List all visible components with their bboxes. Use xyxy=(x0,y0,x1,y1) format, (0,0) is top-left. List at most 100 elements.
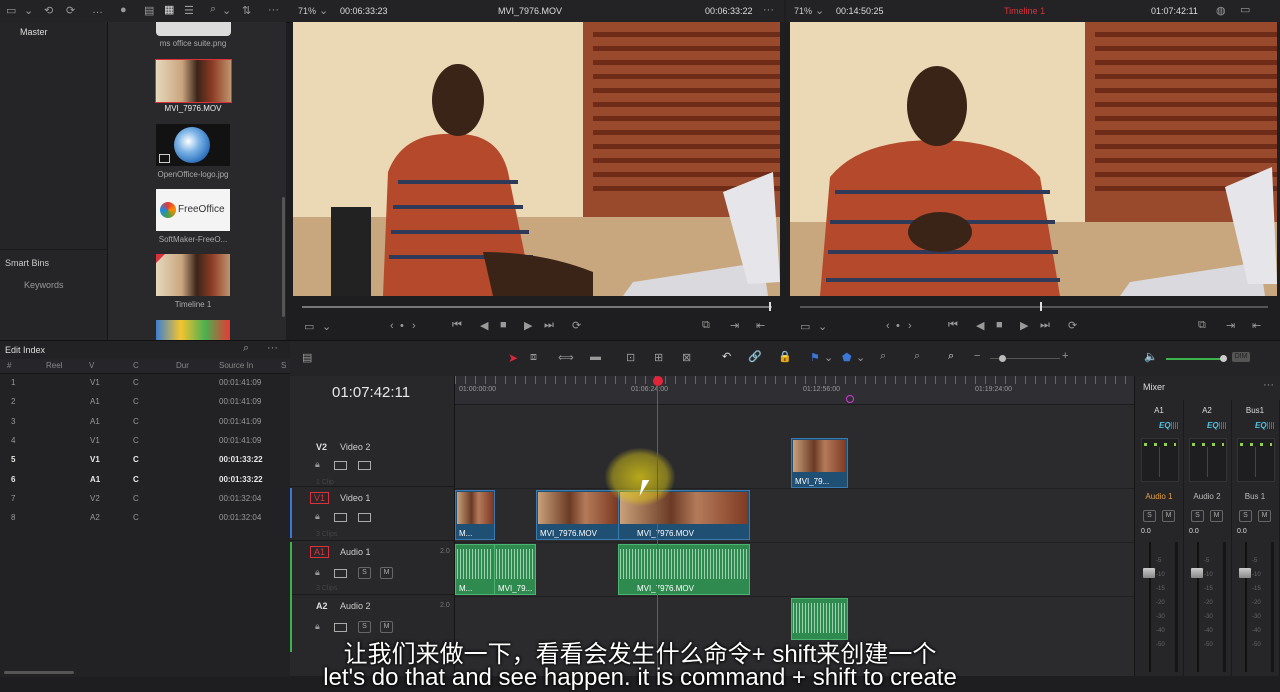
timeline-viewer-frame[interactable] xyxy=(790,22,1277,296)
clip-a1-2[interactable]: MVI_79... xyxy=(494,544,536,595)
col-v[interactable]: V xyxy=(89,361,94,370)
mute-button[interactable]: M xyxy=(1210,510,1223,522)
more-icon[interactable]: … xyxy=(92,4,103,16)
stop-icon[interactable]: ■ xyxy=(500,319,507,331)
position-lock-icon[interactable]: 🔒 xyxy=(778,350,792,363)
clip-v1-1[interactable]: M... xyxy=(455,490,495,540)
media-scrollbar[interactable] xyxy=(282,197,285,317)
lock-icon[interactable]: 🔒︎ xyxy=(315,511,320,522)
solo-button[interactable]: S xyxy=(358,621,371,633)
chevron-down-icon[interactable]: ⌄ xyxy=(856,351,865,364)
clip-a1-3[interactable]: MVI_7976.MOV xyxy=(618,544,750,595)
edit-index-row[interactable]: 4 V1 C 00:01:41:09 xyxy=(0,433,290,451)
edit-index-row[interactable]: 7 V2 C 00:01:32:04 xyxy=(0,491,290,509)
mute-button[interactable]: M xyxy=(380,621,393,633)
media-thumb-partial[interactable] xyxy=(156,320,230,340)
auto-select-icon[interactable] xyxy=(334,513,347,522)
chevron-down-icon[interactable]: ⌄ xyxy=(815,4,824,17)
stop-icon[interactable]: ■ xyxy=(996,319,1003,331)
thumbnail-view-icon[interactable]: ▦ xyxy=(164,3,174,16)
chevron-down-icon[interactable]: ⌄ xyxy=(222,4,231,17)
media-thumb-openoffice[interactable] xyxy=(156,124,230,166)
clip-a1-1[interactable]: M... xyxy=(455,544,495,595)
sort-icon[interactable]: ⇅ xyxy=(242,4,251,17)
jog-dot-icon[interactable]: • xyxy=(896,320,900,332)
media-thumb-mvi-7976[interactable] xyxy=(155,59,232,103)
linked-selection-icon[interactable]: 🔗 xyxy=(748,350,762,363)
timeline-body[interactable]: 01:00:00:00 01:06:24:00 01:12:56:00 01:1… xyxy=(455,376,1134,676)
media-thumb-timeline[interactable] xyxy=(156,254,230,296)
edit-index-row[interactable]: 2 A1 C 00:01:41:09 xyxy=(0,394,290,412)
source-scrub-handle[interactable] xyxy=(769,302,771,311)
edit-index-row[interactable]: 1 V1 C 00:01:41:09 xyxy=(0,375,290,393)
col-dur[interactable]: Dur xyxy=(176,361,189,370)
col-reel[interactable]: Reel xyxy=(46,361,62,370)
marker-icon[interactable]: ⬟ xyxy=(842,351,852,364)
source-viewer-frame[interactable] xyxy=(293,22,780,296)
snapping-icon[interactable]: ↶ xyxy=(722,350,731,363)
edit-index-row[interactable]: 6 A1 C 00:01:33:22 xyxy=(0,472,290,490)
zoom-out-icon[interactable]: − xyxy=(974,350,980,362)
dot-icon[interactable]: ● xyxy=(120,4,127,16)
mute-button[interactable]: M xyxy=(1162,510,1175,522)
volume-slider-handle[interactable] xyxy=(1220,355,1227,362)
auto-select-icon[interactable] xyxy=(334,623,347,632)
eq-button[interactable]: EQ xyxy=(1207,421,1219,430)
timeline-name[interactable]: Timeline 1 xyxy=(1004,6,1045,16)
metadata-view-icon[interactable]: ▤ xyxy=(144,4,154,17)
chevron-down-icon[interactable]: ⌄ xyxy=(818,320,827,333)
blade-tool-icon[interactable]: ▬ xyxy=(590,351,601,363)
lock-icon[interactable]: 🔒︎ xyxy=(315,567,320,578)
solo-button[interactable]: S xyxy=(1239,510,1252,522)
solo-button[interactable]: S xyxy=(1143,510,1156,522)
timeline-marker[interactable] xyxy=(846,395,854,403)
master-bin[interactable]: Master xyxy=(20,27,48,37)
overwrite-clip-icon[interactable]: ⊞ xyxy=(654,351,663,364)
zoom-detail-icon[interactable]: ⌕ xyxy=(914,350,920,363)
skip-forward-icon[interactable]: ⏭ xyxy=(1040,319,1050,332)
track-v1-id[interactable]: V1 xyxy=(310,492,330,504)
jog-left-icon[interactable]: ‹ xyxy=(390,320,394,332)
selection-tool-icon[interactable]: ➤ xyxy=(508,351,518,365)
jog-left-icon[interactable]: ‹ xyxy=(886,320,890,332)
track-v1-name[interactable]: Video 1 xyxy=(340,493,370,503)
replace-clip-icon[interactable]: ⊠ xyxy=(682,351,691,364)
col-number[interactable]: # xyxy=(7,361,11,370)
auto-select-icon[interactable] xyxy=(334,461,347,470)
zoom-slider-handle[interactable] xyxy=(999,355,1006,362)
search-icon[interactable]: ⌕ xyxy=(243,342,249,355)
mark-in-icon[interactable]: ⇥ xyxy=(1226,319,1235,332)
fullscreen-icon[interactable]: ▭ xyxy=(1240,3,1250,16)
jog-dot-icon[interactable]: • xyxy=(400,320,404,332)
more-icon[interactable]: ··· xyxy=(267,342,278,354)
match-frame-icon[interactable]: ⧉ xyxy=(1198,319,1206,332)
track-v2-name[interactable]: Video 2 xyxy=(340,442,370,452)
pan-display[interactable] xyxy=(1141,438,1179,482)
mark-out-icon[interactable]: ⇤ xyxy=(1252,319,1261,332)
flag-icon[interactable]: ⚑ xyxy=(810,351,820,364)
clip-v2[interactable]: MVI_79... xyxy=(791,438,848,488)
viewer-mode-icon[interactable]: ▭ xyxy=(800,320,810,333)
pan-display[interactable] xyxy=(1237,438,1275,482)
speaker-icon[interactable]: 🔈 xyxy=(1144,350,1158,363)
more-icon[interactable]: ··· xyxy=(268,4,279,16)
chevron-down-icon[interactable]: ⌄ xyxy=(319,4,328,17)
jog-right-icon[interactable]: › xyxy=(908,320,912,332)
mute-button[interactable]: M xyxy=(1258,510,1271,522)
play-reverse-icon[interactable]: ◀ xyxy=(976,319,984,332)
media-thumb-freeoffice[interactable]: FreeOffice xyxy=(156,189,230,231)
source-scrub-bar[interactable] xyxy=(302,306,772,308)
lock-icon[interactable]: 🔒︎ xyxy=(315,459,320,470)
play-icon[interactable]: ▶ xyxy=(1020,319,1028,332)
list-view-icon[interactable]: ☰ xyxy=(184,4,194,17)
track-a2-name[interactable]: Audio 2 xyxy=(340,601,371,611)
skip-back-icon[interactable]: ⏮ xyxy=(452,319,462,332)
jog-right-icon[interactable]: › xyxy=(412,320,416,332)
play-reverse-icon[interactable]: ◀ xyxy=(480,319,488,332)
playhead-head[interactable] xyxy=(653,376,663,386)
search-icon[interactable]: ⌕ xyxy=(210,3,216,16)
fader-handle[interactable] xyxy=(1191,568,1203,578)
play-icon[interactable]: ▶ xyxy=(524,319,532,332)
more-icon[interactable]: ··· xyxy=(1263,379,1274,391)
loop-icon[interactable]: ⟳ xyxy=(1068,319,1077,332)
